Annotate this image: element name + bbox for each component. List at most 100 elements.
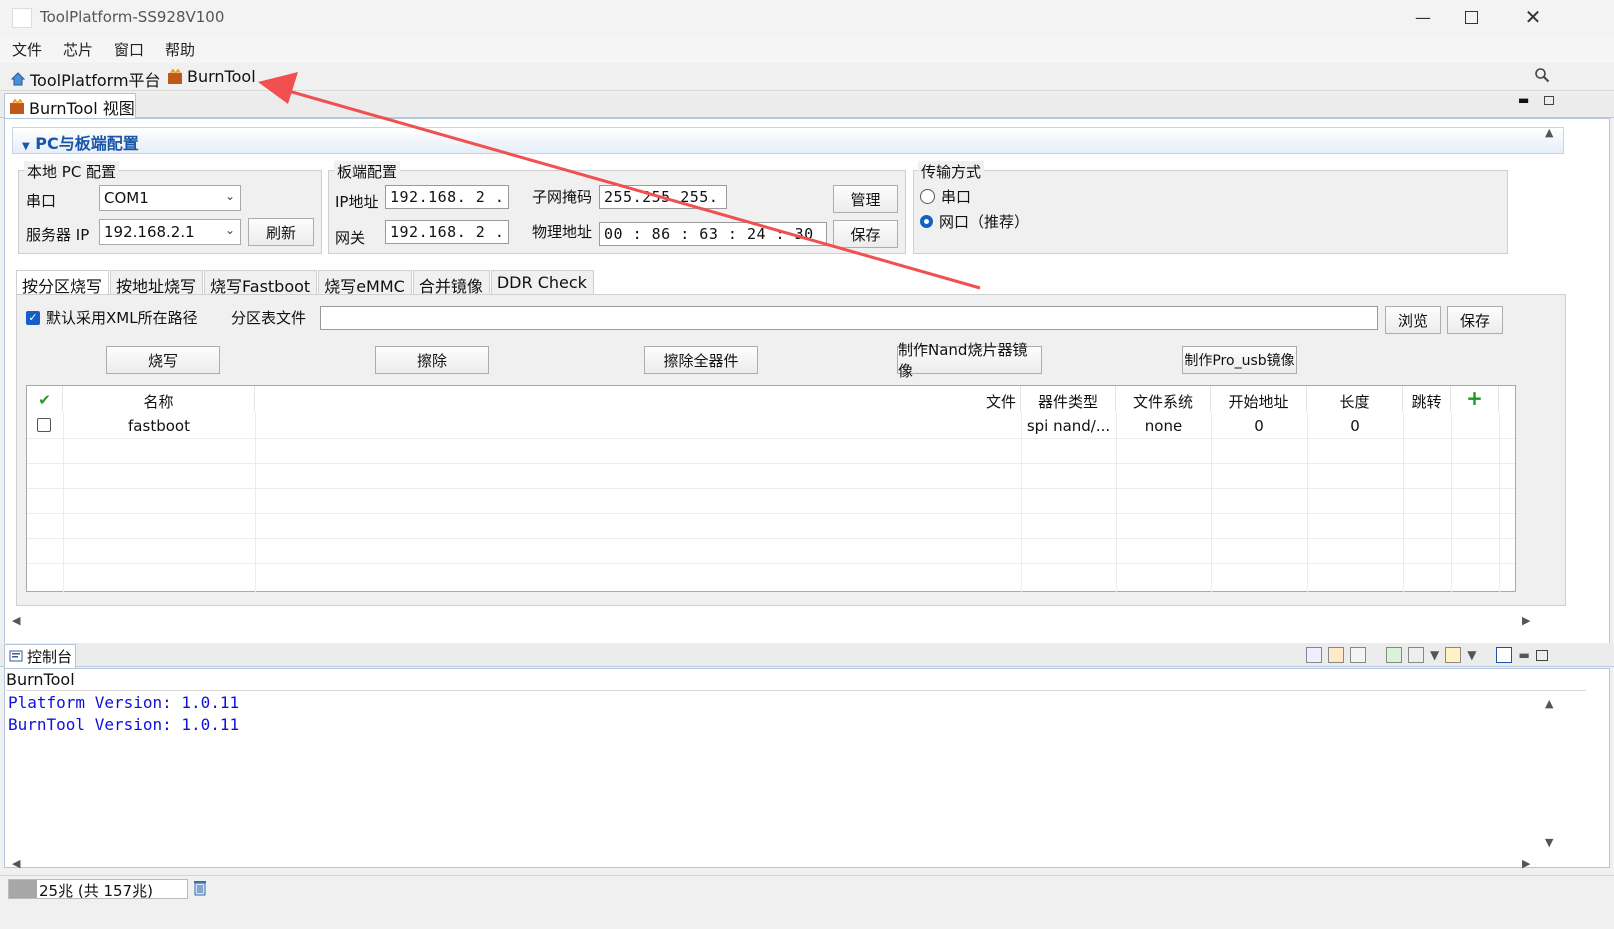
gateway-field[interactable]: 192.168. 2 . 1 <box>385 220 509 244</box>
run-gc-button[interactable] <box>193 880 207 900</box>
make-pro-usb-image-button[interactable]: 制作Pro_usb镜像 <box>1182 346 1297 374</box>
scroll-up-icon[interactable]: ▲ <box>1545 126 1553 139</box>
section-title-text: PC与板端配置 <box>35 134 139 153</box>
server-ip-combo[interactable]: 192.168.2.1 ⌄ <box>99 219 241 245</box>
console-title: BurnTool <box>6 670 75 689</box>
ip-field[interactable]: 192.168. 2 . 0 <box>385 185 509 209</box>
maximize-icon[interactable] <box>1535 649 1548 661</box>
menu-window[interactable]: 窗口 <box>102 35 153 63</box>
partition-file-field[interactable] <box>320 306 1378 330</box>
menu-file[interactable]: 文件 <box>0 35 51 63</box>
make-nand-image-button[interactable]: 制作Nand烧片器镜像 <box>897 341 1042 380</box>
word-wrap-icon[interactable] <box>1350 647 1366 663</box>
view-tab-label: BurnTool 视图 <box>29 98 135 118</box>
maximize-button[interactable] <box>1448 2 1494 32</box>
gateway-label: 网关 <box>335 229 366 247</box>
col-divider <box>255 413 256 593</box>
console-body[interactable] <box>4 668 1610 868</box>
refresh-button[interactable]: 刷新 <box>248 218 314 246</box>
row-start-address[interactable]: 0 <box>1211 417 1307 435</box>
console-line: BurnTool Version: 1.0.11 <box>8 715 240 734</box>
search-button[interactable] <box>1534 67 1550 87</box>
chevron-down-icon[interactable]: ▼ <box>1467 648 1476 662</box>
erase-all-button[interactable]: 擦除全器件 <box>644 346 758 374</box>
col-divider <box>1116 413 1117 593</box>
chevron-down-icon: ⌄ <box>224 223 235 237</box>
mask-field[interactable]: 255.255.255. 0 <box>599 185 727 209</box>
row-checkbox[interactable] <box>37 418 51 432</box>
row-divider <box>27 488 1515 489</box>
row-length[interactable]: 0 <box>1307 417 1403 435</box>
view-maximize-button[interactable] <box>1544 96 1554 105</box>
display-console-icon[interactable] <box>1408 647 1424 663</box>
minimize-icon: — <box>1415 7 1431 27</box>
scroll-down-icon[interactable]: ▼ <box>1545 836 1553 849</box>
tab-emmc-burn[interactable]: 烧写eMMC <box>318 270 412 297</box>
toolplatform-button[interactable]: ToolPlatform平台 <box>10 67 161 91</box>
col-divider <box>1499 413 1500 593</box>
pin-console-icon[interactable] <box>1386 647 1402 663</box>
minimize-icon[interactable]: ▬ <box>1518 648 1529 662</box>
tab-burntool-view[interactable]: BurnTool 视图 <box>4 93 136 119</box>
tab-fastboot-burn[interactable]: 烧写Fastboot <box>204 270 318 297</box>
scroll-up-icon[interactable]: ▲ <box>1545 697 1553 710</box>
burn-button[interactable]: 烧写 <box>106 346 220 374</box>
scroll-left-icon[interactable]: ◀ <box>12 857 20 870</box>
partition-file-label: 分区表文件 <box>231 309 307 327</box>
serial-combo[interactable]: COM1 ⌄ <box>99 185 241 211</box>
add-row-button[interactable]: + <box>1451 386 1499 412</box>
col-name[interactable]: 名称 <box>63 386 255 412</box>
row-device-type[interactable]: spi nand/... <box>1021 417 1116 435</box>
manage-button[interactable]: 管理 <box>833 185 898 213</box>
chevron-down-icon[interactable]: ▼ <box>1430 648 1439 662</box>
serial-label: 串口 <box>26 192 57 210</box>
minimize-button[interactable]: — <box>1400 2 1446 32</box>
mac-label: 物理地址 <box>532 223 593 241</box>
select-all-header[interactable]: ✔ <box>27 386 63 412</box>
tab-address-burn[interactable]: 按地址烧写 <box>110 270 204 297</box>
transfer-network-radio[interactable]: 网口（推荐） <box>920 211 1029 232</box>
tab-partition-burn[interactable]: 按分区烧写 <box>16 270 110 297</box>
use-xml-path-checkbox[interactable]: ✓ 默认采用XML所在路径 <box>26 307 198 328</box>
row-name[interactable]: fastboot <box>63 417 255 435</box>
tab-ddr-check[interactable]: DDR Check <box>490 270 594 297</box>
board-save-button[interactable]: 保存 <box>833 220 898 248</box>
burntool-button[interactable]: BurnTool <box>167 67 256 86</box>
col-jump[interactable]: 跳转 <box>1403 386 1451 412</box>
burntool-icon <box>10 98 24 114</box>
console-line: Platform Version: 1.0.11 <box>8 693 240 712</box>
view-minimize-button[interactable]: ▬ <box>1518 93 1529 107</box>
menu-help[interactable]: 帮助 <box>153 35 204 63</box>
restore-icon[interactable] <box>1496 647 1513 663</box>
scroll-left-icon[interactable]: ◀ <box>12 614 20 627</box>
col-filesystem[interactable]: 文件系统 <box>1116 386 1211 412</box>
partition-save-button[interactable]: 保存 <box>1447 306 1503 334</box>
menu-chip[interactable]: 芯片 <box>51 35 102 63</box>
scroll-right-icon[interactable]: ▶ <box>1522 614 1530 627</box>
use-xml-path-label: 默认采用XML所在路径 <box>46 309 198 327</box>
console-icon <box>9 650 23 661</box>
mac-field[interactable]: 00 : 86 : 63 : 24 : 30 : 0f <box>599 222 827 246</box>
clear-console-icon[interactable] <box>1306 647 1322 663</box>
chevron-down-icon: ⌄ <box>224 189 235 203</box>
col-start-address[interactable]: 开始地址 <box>1211 386 1307 412</box>
tab-merge-image[interactable]: 合并镜像 <box>412 270 490 297</box>
scroll-lock-icon[interactable] <box>1328 647 1344 663</box>
tab-console[interactable]: 控制台 <box>4 644 76 668</box>
row-divider <box>27 563 1515 564</box>
erase-button[interactable]: 擦除 <box>375 346 489 374</box>
browse-button[interactable]: 浏览 <box>1385 306 1441 334</box>
row-filesystem[interactable]: none <box>1116 417 1211 435</box>
col-device-type[interactable]: 器件类型 <box>1021 386 1116 412</box>
scroll-right-icon[interactable]: ▶ <box>1522 857 1530 870</box>
open-console-icon[interactable] <box>1445 647 1462 663</box>
col-length[interactable]: 长度 <box>1307 386 1403 412</box>
ip-label: IP地址 <box>335 193 379 211</box>
section-title[interactable]: ▼ PC与板端配置 <box>22 130 139 154</box>
transfer-serial-radio[interactable]: 串口 <box>920 186 971 207</box>
section-header[interactable] <box>12 127 1564 154</box>
col-divider <box>1451 413 1452 593</box>
burntool-label: BurnTool <box>187 67 256 86</box>
close-button[interactable]: ✕ <box>1510 2 1556 32</box>
col-file[interactable]: 文件 <box>255 386 1021 412</box>
